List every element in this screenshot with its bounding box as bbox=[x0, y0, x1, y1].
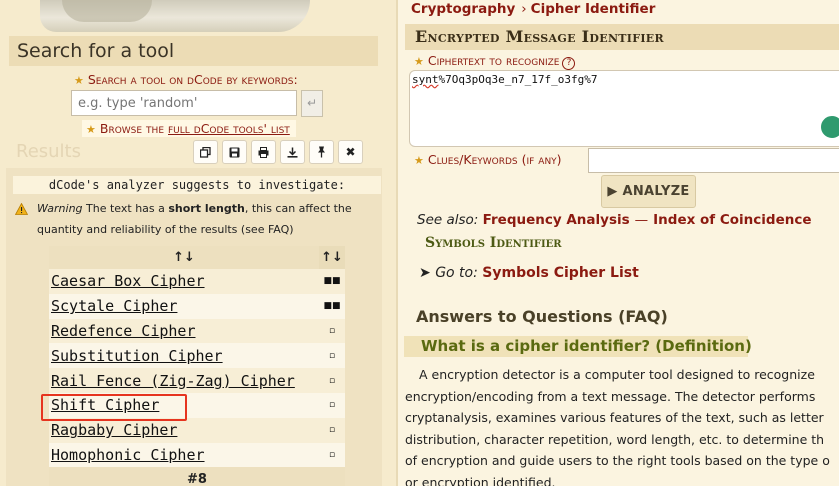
warning-lead: Warning bbox=[37, 202, 83, 215]
header-banner-shade bbox=[62, 0, 152, 22]
breadcrumb-separator-icon: › bbox=[521, 1, 527, 17]
result-link[interactable]: Homophonic Cipher bbox=[51, 446, 205, 464]
result-score: ■■ bbox=[319, 293, 345, 319]
result-score: ▫ bbox=[319, 368, 345, 393]
result-row: Redefence Cipher ▫ bbox=[49, 318, 345, 344]
faq-title: Answers to Questions (FAQ) bbox=[416, 307, 668, 326]
save-button[interactable] bbox=[222, 140, 247, 164]
faq-question-header: What is a cipher identifier? (Definition… bbox=[404, 336, 752, 357]
star-icon: ★ bbox=[414, 154, 424, 167]
copy-icon bbox=[200, 146, 211, 158]
full-tools-list-link[interactable]: full dCode tools' list bbox=[168, 121, 290, 136]
star-icon: ★ bbox=[86, 123, 96, 136]
enter-arrow-icon: ↵ bbox=[306, 96, 318, 110]
results-table: ↑↓ ↑↓ Caesar Box Cipher ■■ Scytale Cipher… bbox=[49, 246, 345, 486]
sort-by-name-header[interactable]: ↑↓ bbox=[49, 246, 319, 269]
frequency-analysis-link[interactable]: Frequency Analysis bbox=[483, 212, 630, 228]
analyzer-suggestion-text: dCode's analyzer suggests to investigate… bbox=[13, 176, 381, 194]
right-column: Cryptography › Cipher Identifier Encrypted… bbox=[398, 0, 839, 486]
breadcrumb-cipher-identifier[interactable]: Cipher Identifier bbox=[531, 1, 656, 17]
ciphertext-textarea[interactable]: synt%7Oq3pOq3e_n7_17f_o3fg%7 bbox=[409, 70, 839, 147]
results-heading: Results bbox=[16, 141, 81, 162]
browse-tools-link-row: ★ Browse the full dCode tools' list bbox=[82, 120, 296, 137]
goto-row: ➤ Go to: Symbols Cipher List bbox=[419, 265, 639, 281]
see-also-row: See also: Frequency Analysis — Index of Co… bbox=[417, 212, 812, 228]
print-icon bbox=[258, 146, 269, 158]
result-link[interactable]: Substitution Cipher bbox=[51, 347, 223, 365]
arrow-right-icon: ➤ bbox=[419, 265, 431, 281]
sort-by-score-header[interactable]: ↑↓ bbox=[319, 246, 345, 269]
keywords-label: ★ Search a tool on dCode by keywords: bbox=[74, 72, 298, 87]
extension-badge-icon[interactable] bbox=[819, 114, 839, 140]
result-score: ▫ bbox=[319, 318, 345, 344]
faq-question: What is a cipher identifier? (Definition… bbox=[421, 337, 752, 355]
result-score: ■■ bbox=[319, 269, 345, 294]
analyze-button[interactable]: ▶ ANALYZE bbox=[601, 175, 696, 208]
close-button[interactable]: ✖ bbox=[338, 140, 363, 164]
result-score: ▫ bbox=[319, 442, 345, 468]
search-tool-title: Search for a tool bbox=[17, 40, 175, 62]
result-score: ▫ bbox=[319, 392, 345, 418]
left-column: Search for a tool ★ Search a tool on dCod… bbox=[0, 0, 396, 486]
short-length-warning: Warning The text has a short length, thi… bbox=[13, 198, 381, 240]
result-link[interactable]: Redefence Cipher bbox=[51, 322, 196, 340]
print-button[interactable] bbox=[251, 140, 276, 164]
star-icon: ★ bbox=[74, 74, 84, 87]
download-icon bbox=[287, 147, 298, 158]
tool-header: Encrypted Message Identifier bbox=[405, 24, 839, 50]
clues-label: ★ Clues/Keywords (if any) bbox=[414, 152, 562, 167]
search-tool-header: Search for a tool bbox=[9, 36, 378, 66]
result-row: Rail Fence (Zig-Zag) Cipher ▫ bbox=[49, 368, 345, 393]
result-row: Ragbaby Cipher ▫ bbox=[49, 417, 345, 443]
result-row: Homophonic Cipher ▫ bbox=[49, 442, 345, 468]
copy-button[interactable] bbox=[193, 140, 218, 164]
faq-answer: A encryption detector is a computer tool… bbox=[405, 367, 830, 486]
result-row: Substitution Cipher ▫ bbox=[49, 343, 345, 369]
pin-button[interactable] bbox=[309, 140, 334, 164]
help-icon[interactable]: ? bbox=[562, 57, 576, 70]
close-icon: ✖ bbox=[345, 145, 356, 159]
result-link[interactable]: Caesar Box Cipher bbox=[51, 272, 205, 290]
save-icon bbox=[229, 147, 240, 157]
star-icon: ★ bbox=[414, 55, 424, 68]
tool-title: Encrypted Message Identifier bbox=[415, 27, 664, 46]
result-score: ▫ bbox=[319, 417, 345, 443]
selection-highlight-box bbox=[41, 394, 187, 421]
keywords-search-input[interactable] bbox=[71, 90, 297, 116]
breadcrumb-cryptography[interactable]: Cryptography bbox=[411, 1, 515, 17]
more-results-label: #8 bbox=[49, 467, 345, 486]
enter-search-button[interactable]: ↵ bbox=[301, 90, 323, 117]
warning-icon bbox=[15, 203, 28, 215]
more-results-row: #8 bbox=[49, 467, 345, 486]
result-link[interactable]: Ragbaby Cipher bbox=[51, 421, 177, 439]
result-score: ▫ bbox=[319, 343, 345, 369]
pin-icon bbox=[318, 146, 325, 158]
breadcrumb: Cryptography › Cipher Identifier bbox=[411, 1, 655, 17]
result-link[interactable]: Rail Fence (Zig-Zag) Cipher bbox=[51, 372, 295, 390]
symbols-identifier-title[interactable]: Symbols Identifier bbox=[425, 235, 562, 251]
results-toolbar: ✖ bbox=[193, 140, 363, 164]
download-button[interactable] bbox=[280, 140, 305, 164]
result-row: Scytale Cipher ■■ bbox=[49, 293, 345, 319]
clues-keywords-input[interactable] bbox=[588, 148, 839, 173]
result-row: Caesar Box Cipher ■■ bbox=[49, 269, 345, 294]
symbols-cipher-list-link[interactable]: Symbols Cipher List bbox=[482, 265, 639, 281]
index-of-coincidence-link[interactable]: Index of Coincidence bbox=[653, 212, 811, 228]
result-link[interactable]: Scytale Cipher bbox=[51, 297, 177, 315]
ciphertext-label: ★ Ciphertext to recognize? bbox=[414, 53, 576, 70]
